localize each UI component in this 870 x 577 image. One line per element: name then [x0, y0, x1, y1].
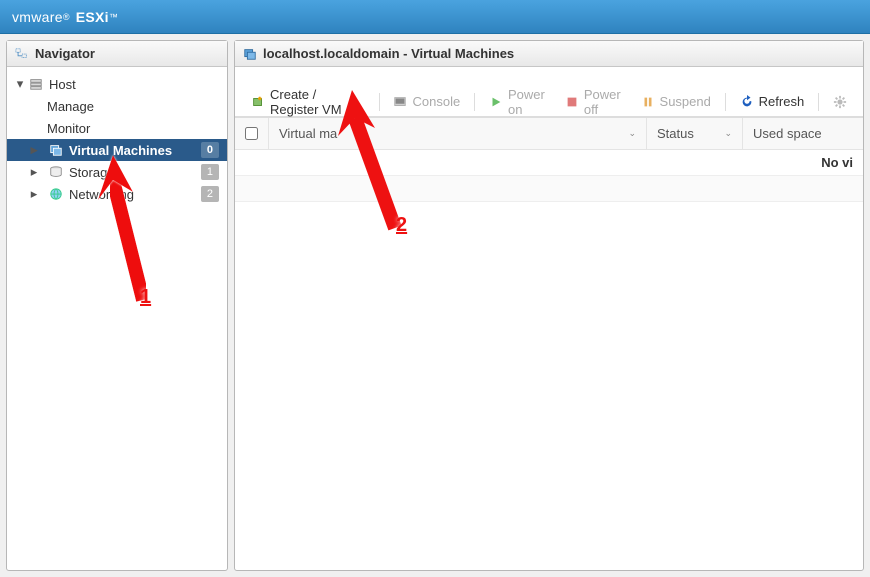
tree-storage[interactable]: ▸ Storage 1 [7, 161, 227, 183]
navigator-panel: Navigator ▾ Host Manage Monitor ▸ [6, 40, 228, 571]
grid-header: Virtual ma ⌄ Status ⌄ Used space [235, 118, 863, 150]
console-icon [393, 95, 407, 109]
refresh-label: Refresh [759, 94, 805, 109]
create-vm-label: Create / Register VM [270, 87, 365, 117]
tree-networking[interactable]: ▸ Networking 2 [7, 183, 227, 205]
select-all-checkbox[interactable] [245, 127, 258, 140]
select-all-cell[interactable] [235, 118, 269, 149]
caret-right-icon: ▸ [29, 164, 39, 180]
host-icon [29, 77, 43, 91]
separator [474, 93, 475, 111]
storage-icon [49, 165, 63, 179]
console-button[interactable]: Console [387, 92, 466, 111]
brand-esxi: ESXi [76, 9, 109, 25]
tree-storage-label: Storage [69, 165, 115, 180]
network-icon [49, 187, 63, 201]
tree-host-label: Host [49, 77, 76, 92]
stop-icon [565, 95, 579, 109]
vm-group-icon [243, 47, 257, 61]
sort-caret-icon: ⌄ [628, 128, 636, 139]
vm-icon [49, 143, 63, 157]
col-status-label: Status [657, 126, 694, 141]
caret-down-icon: ▾ [15, 76, 25, 92]
tree-net-label: Networking [69, 187, 134, 202]
toolbar: Create / Register VM Console Power on [235, 87, 863, 117]
caret-right-icon: ▸ [29, 186, 39, 202]
annotation-label-2: 2 [396, 214, 407, 237]
navigator-tree: ▾ Host Manage Monitor ▸ Virtual Machines [7, 67, 227, 211]
navigator-title-label: Navigator [35, 46, 95, 61]
tree-storage-count: 1 [201, 164, 219, 180]
main-panel: localhost.localdomain - Virtual Machines… [234, 40, 864, 571]
col-name[interactable]: Virtual ma ⌄ [269, 118, 647, 149]
tree-vm-label: Virtual Machines [69, 143, 172, 158]
refresh-button[interactable]: Refresh [734, 92, 811, 111]
tree-host-manage-label: Manage [47, 99, 94, 114]
create-register-vm-button[interactable]: Create / Register VM [245, 85, 371, 119]
tree-host-monitor[interactable]: Monitor [7, 117, 227, 139]
main-title-bar: localhost.localdomain - Virtual Machines [235, 41, 863, 67]
poweron-label: Power on [508, 87, 549, 117]
tree-net-count: 2 [201, 186, 219, 202]
vm-grid: Virtual ma ⌄ Status ⌄ Used space No vi [235, 117, 863, 202]
create-vm-icon [251, 95, 265, 109]
separator [818, 93, 819, 111]
blank-row [235, 176, 863, 202]
empty-row: No vi [235, 150, 863, 176]
brand-vmware: vmware [12, 9, 63, 25]
col-status[interactable]: Status ⌄ [647, 118, 743, 149]
separator [379, 93, 380, 111]
caret-right-icon: ▸ [29, 142, 39, 158]
refresh-icon [740, 95, 754, 109]
poweroff-label: Power off [584, 87, 625, 117]
tree-host-manage[interactable]: Manage [7, 95, 227, 117]
sort-caret-icon: ⌄ [724, 128, 732, 139]
empty-message: No vi [821, 155, 853, 170]
tree-host[interactable]: ▾ Host [7, 73, 227, 95]
tree-virtual-machines[interactable]: ▸ Virtual Machines 0 [7, 139, 227, 161]
annotation-label-1: 1 [140, 286, 151, 309]
separator [725, 93, 726, 111]
tree-host-monitor-label: Monitor [47, 121, 90, 136]
brand-bar: vmware® ESXi™ [0, 0, 870, 34]
gear-icon [833, 95, 847, 109]
play-icon [489, 95, 503, 109]
settings-button[interactable] [827, 93, 853, 111]
navigator-icon [15, 47, 29, 61]
col-name-label: Virtual ma [279, 126, 337, 141]
main-title-label: localhost.localdomain - Virtual Machines [263, 46, 514, 61]
col-used[interactable]: Used space [743, 118, 863, 149]
navigator-title: Navigator [7, 41, 227, 67]
col-used-label: Used space [753, 126, 822, 141]
power-on-button[interactable]: Power on [483, 85, 555, 119]
suspend-label: Suspend [660, 94, 711, 109]
tree-vm-count: 0 [201, 142, 219, 158]
console-label: Console [412, 94, 460, 109]
power-off-button[interactable]: Power off [559, 85, 631, 119]
suspend-button[interactable]: Suspend [635, 92, 717, 111]
pause-icon [641, 95, 655, 109]
